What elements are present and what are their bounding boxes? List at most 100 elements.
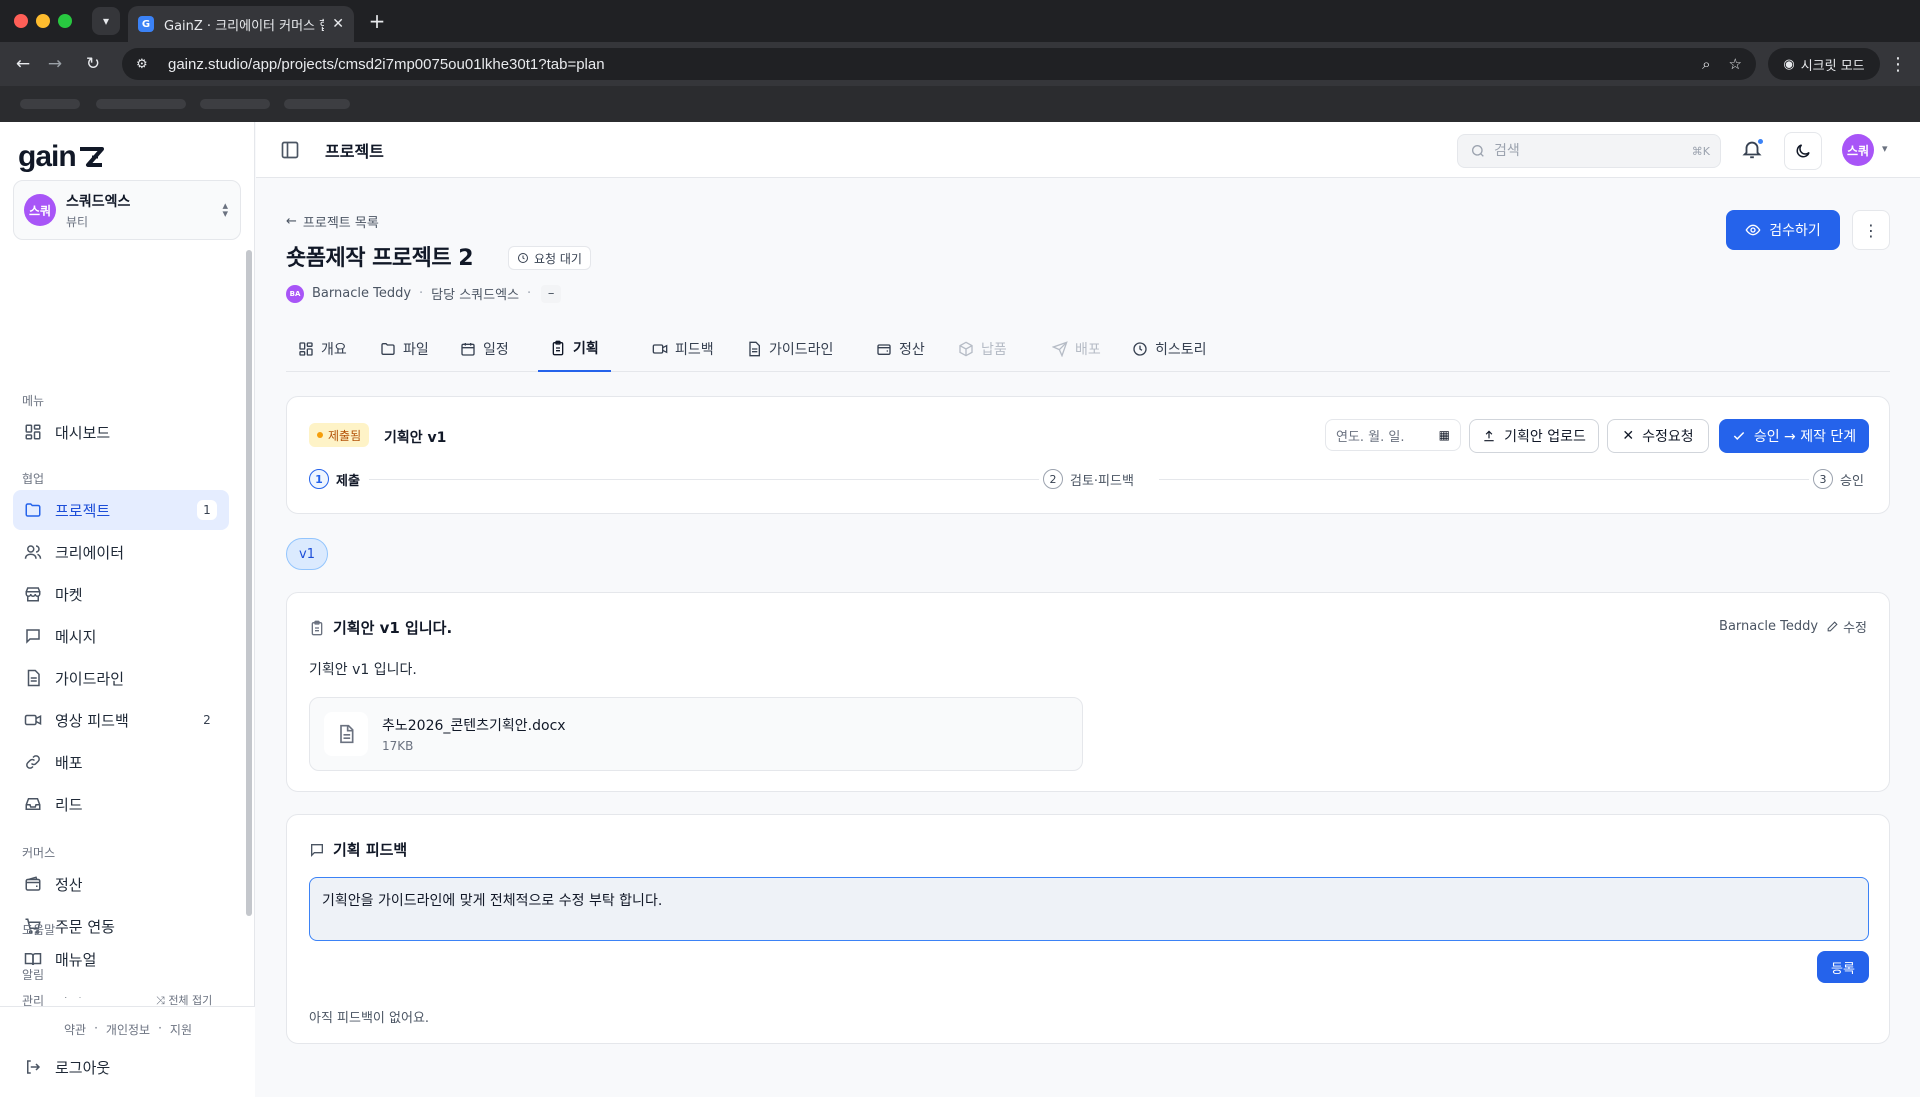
maximize-window-button[interactable] bbox=[58, 14, 72, 28]
review-button[interactable]: 검수하기 bbox=[1726, 210, 1840, 250]
address-bar[interactable]: ⚙ gainz.studio/app/projects/cmsd2i7mp007… bbox=[122, 48, 1756, 80]
bookmark-item[interactable] bbox=[200, 99, 270, 109]
back-link-label: 프로젝트 목록 bbox=[302, 216, 379, 231]
users-icon bbox=[23, 542, 43, 562]
sidebar-item-creators[interactable]: 크리에이터 bbox=[13, 532, 229, 572]
logout-button[interactable]: 로그아웃 bbox=[13, 1047, 229, 1087]
tab-schedule[interactable]: 일정 bbox=[460, 326, 509, 372]
edit-button[interactable]: 수정 bbox=[1826, 617, 1867, 636]
sidebar-item-label: 배포 bbox=[55, 753, 83, 772]
privacy-link[interactable]: 개인정보 bbox=[106, 1021, 150, 1038]
sidebar-item-label: 대시보드 bbox=[55, 423, 111, 442]
project-meta: BA Barnacle Teddy · 담당 스쿼드엑스 · – bbox=[286, 284, 562, 303]
zoom-icon[interactable]: ⌕ bbox=[1702, 55, 1710, 73]
clock-icon bbox=[1133, 342, 1147, 356]
tab-settlement[interactable]: 정산 bbox=[876, 326, 925, 372]
plan-feedback-card: 기획 피드백 기획안을 가이드라인에 맞게 전체적으로 수정 부탁 합니다. 등… bbox=[286, 814, 1890, 1044]
video-icon bbox=[652, 344, 668, 354]
tab-label: 기획 bbox=[573, 341, 599, 357]
wallet-icon bbox=[23, 874, 43, 894]
sidebar-item-projects[interactable]: 프로젝트 1 bbox=[13, 490, 229, 530]
author-name: Barnacle Teddy bbox=[1719, 619, 1819, 634]
bookmark-item[interactable] bbox=[20, 99, 80, 109]
sidebar-item-manual[interactable]: 매뉴얼 bbox=[13, 939, 229, 979]
tab-plan[interactable]: 기획 bbox=[538, 326, 611, 372]
browser-menu-button[interactable]: ⋮ bbox=[1888, 51, 1908, 77]
sidebar-item-video-feedback[interactable]: 영상 피드백 2 bbox=[13, 700, 229, 740]
sidebar-item-settlement[interactable]: 정산 bbox=[13, 864, 229, 904]
upload-plan-button[interactable]: 기획안 업로드 bbox=[1469, 419, 1599, 453]
creator-name[interactable]: Barnacle Teddy bbox=[312, 286, 411, 301]
version-pill[interactable]: v1 bbox=[286, 538, 328, 570]
workspace-switcher[interactable]: 스쿼 스쿼드엑스 뷰티 ▴ ▾ bbox=[13, 180, 241, 240]
support-link[interactable]: 지원 bbox=[170, 1021, 192, 1038]
logo[interactable]: gain bbox=[18, 140, 104, 174]
browser-tab[interactable]: G GainZ · 크리에이터 커머스 협업 O ✕ bbox=[128, 6, 354, 42]
approve-button[interactable]: 승인 → 제작 단계 bbox=[1719, 419, 1869, 453]
book-icon bbox=[23, 949, 43, 969]
site-info-icon[interactable]: ⚙ bbox=[136, 57, 156, 72]
attachment-file[interactable]: 추노2026_콘텐츠기획안.docx 17KB bbox=[309, 697, 1083, 771]
main-content: ← 프로젝트 목록 숏폼제작 프로젝트 2 요청 대기 BA Barnacle … bbox=[256, 178, 1920, 1097]
submit-feedback-button[interactable]: 등록 bbox=[1817, 951, 1869, 983]
close-window-button[interactable] bbox=[14, 14, 28, 28]
search-box[interactable]: ⌘K bbox=[1457, 134, 1721, 168]
url-text[interactable]: gainz.studio/app/projects/cmsd2i7mp0075o… bbox=[168, 56, 605, 73]
tab-history[interactable]: 히스토리 bbox=[1132, 326, 1207, 372]
plan-version-title: 기획안 v1 bbox=[384, 430, 447, 446]
sidebar-item-dashboard[interactable]: 대시보드 bbox=[13, 412, 229, 452]
sidebar-toggle-button[interactable] bbox=[280, 140, 300, 160]
sidebar-item-guidelines[interactable]: 가이드라인 bbox=[13, 658, 229, 698]
tab-feedback[interactable]: 피드백 bbox=[652, 326, 714, 372]
browser-chrome: ▾ G GainZ · 크리에이터 커머스 협업 O ✕ + ← → ↻ ⚙ g… bbox=[0, 0, 1920, 122]
tab-label: 납품 bbox=[981, 342, 1007, 358]
close-icon[interactable]: ✕ bbox=[332, 16, 344, 32]
tab-files[interactable]: 파일 bbox=[380, 326, 429, 372]
plan-content-body: 기획안 v1 입니다. bbox=[309, 662, 417, 678]
search-input[interactable] bbox=[1494, 143, 1674, 159]
step-connector bbox=[369, 479, 1069, 480]
sidebar-scrollbar[interactable] bbox=[246, 250, 252, 916]
date-input[interactable]: 연도. 월. 일. ▦ bbox=[1325, 419, 1461, 451]
theme-toggle-button[interactable] bbox=[1784, 132, 1822, 170]
store-icon bbox=[23, 584, 43, 604]
tab-guidelines[interactable]: 가이드라인 bbox=[746, 326, 833, 372]
sidebar-item-market[interactable]: 마켓 bbox=[13, 574, 229, 614]
sidebar-item-distribution[interactable]: 배포 bbox=[13, 742, 229, 782]
tab-overview[interactable]: 개요 bbox=[298, 326, 347, 372]
calendar-icon[interactable]: ▦ bbox=[1439, 428, 1450, 442]
separator: · bbox=[94, 1021, 98, 1035]
bookmark-item[interactable] bbox=[96, 99, 186, 109]
plan-stepper: 1 제출 2 검토·피드백 3 승인 bbox=[305, 469, 1869, 491]
terms-link[interactable]: 약관 bbox=[64, 1021, 86, 1038]
chevron-down-icon[interactable]: ▾ bbox=[1882, 142, 1888, 155]
sidebar-item-messages[interactable]: 메시지 bbox=[13, 616, 229, 656]
feedback-heading-text: 기획 피드백 bbox=[333, 841, 408, 859]
tab-search-button[interactable]: ▾ bbox=[92, 7, 120, 35]
notifications-button[interactable] bbox=[1741, 138, 1765, 162]
sidebar-item-leads[interactable]: 리드 bbox=[13, 784, 229, 824]
step-label: 제출 bbox=[336, 473, 360, 489]
request-revision-button[interactable]: ✕ 수정요청 bbox=[1607, 419, 1709, 453]
step-approve: 3 승인 bbox=[1809, 469, 1868, 489]
eye-icon bbox=[1745, 224, 1761, 236]
creator-avatar: BA bbox=[286, 284, 304, 303]
incognito-button[interactable]: ◉ 시크릿 모드 bbox=[1768, 48, 1880, 80]
new-tab-button[interactable]: + bbox=[364, 8, 390, 34]
forward-button[interactable]: → bbox=[42, 51, 68, 77]
more-actions-button[interactable]: ⋮ bbox=[1852, 210, 1890, 250]
separator: · bbox=[158, 1021, 162, 1035]
feedback-textarea[interactable]: 기획안을 가이드라인에 맞게 전체적으로 수정 부탁 합니다. bbox=[309, 877, 1869, 941]
back-button[interactable]: ← bbox=[10, 51, 36, 77]
folder-icon bbox=[381, 343, 395, 355]
heading-text: 기획안 v1 입니다. bbox=[333, 619, 453, 637]
upload-icon bbox=[1484, 430, 1494, 442]
user-avatar[interactable]: 스쿼 bbox=[1842, 134, 1874, 166]
browser-toolbar: ← → ↻ ⚙ gainz.studio/app/projects/cmsd2i… bbox=[0, 42, 1920, 86]
reload-button[interactable]: ↻ bbox=[80, 51, 106, 77]
minimize-window-button[interactable] bbox=[36, 14, 50, 28]
back-to-projects-link[interactable]: ← 프로젝트 목록 bbox=[286, 212, 379, 231]
bookmark-star-icon[interactable]: ☆ bbox=[1729, 55, 1742, 73]
bookmark-item[interactable] bbox=[284, 99, 350, 109]
plus-icon: + bbox=[368, 9, 386, 33]
